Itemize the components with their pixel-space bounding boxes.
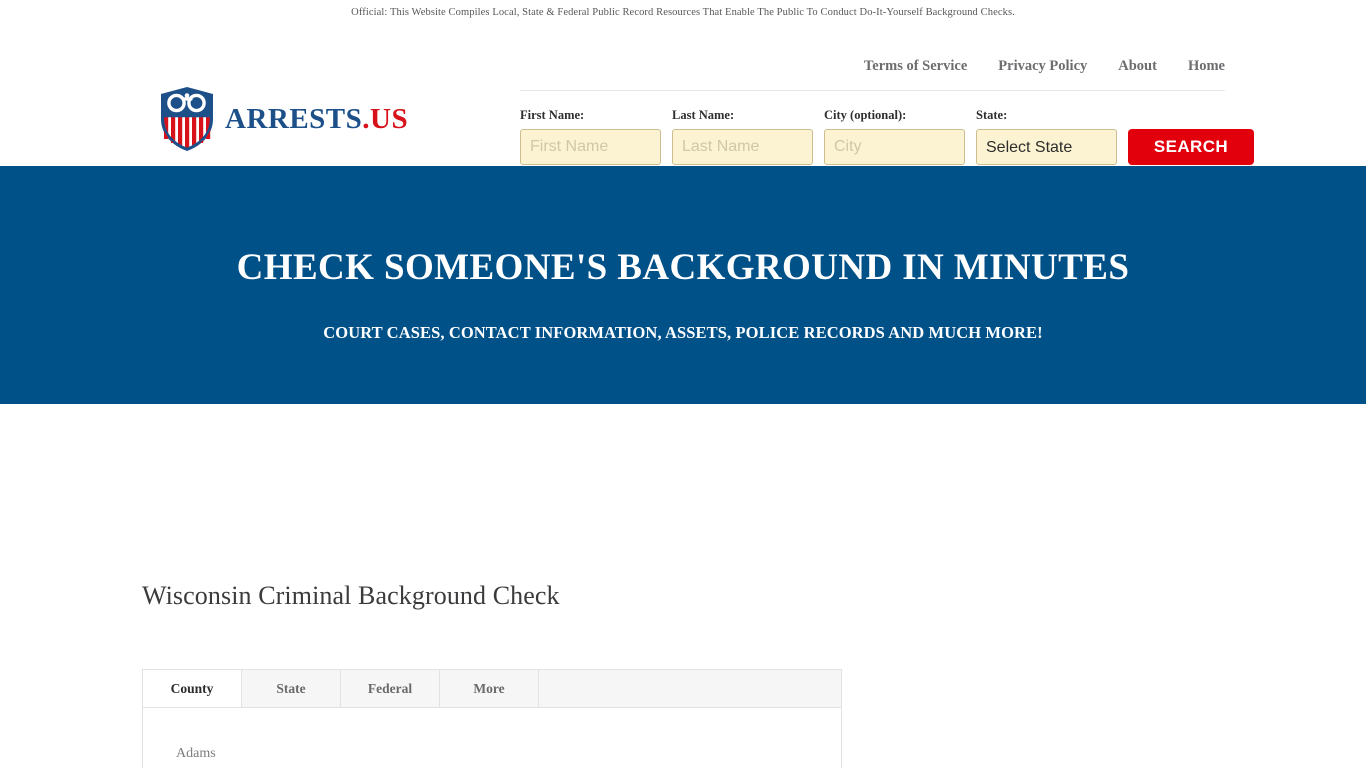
records-tabpanel-county: Adams <box>142 707 842 768</box>
hero-title: CHECK SOMEONE'S BACKGROUND IN MINUTES <box>236 247 1130 288</box>
search-button-group: SEARCH <box>1128 129 1254 165</box>
county-link-adams[interactable]: Adams <box>176 746 216 761</box>
city-label: City (optional): <box>824 108 907 122</box>
header-divider <box>520 90 1225 91</box>
site-header: Terms of Service Privacy Policy About Ho… <box>0 24 1366 166</box>
tab-more[interactable]: More <box>440 670 539 707</box>
shield-handcuffs-icon <box>158 86 216 152</box>
last-name-input[interactable] <box>672 129 813 165</box>
state-field-group: State: Select State <box>976 108 1117 165</box>
records-tablist: County State Federal More <box>142 669 842 707</box>
background-search-form: First Name: Last Name: City (optional): … <box>520 108 1254 165</box>
tab-county[interactable]: County <box>143 670 242 707</box>
tab-state[interactable]: State <box>242 670 341 707</box>
tablist-filler <box>539 670 841 707</box>
city-input[interactable] <box>824 129 965 165</box>
nav-link-about[interactable]: About <box>1118 58 1157 75</box>
state-select[interactable]: Select State <box>976 129 1117 165</box>
main-content: Wisconsin Criminal Background Check Coun… <box>0 404 1366 768</box>
primary-navigation: Terms of Service Privacy Policy About Ho… <box>864 58 1225 75</box>
compliance-notice-text: Official: This Website Compiles Local, S… <box>351 6 1015 18</box>
hero-banner: CHECK SOMEONE'S BACKGROUND IN MINUTES CO… <box>0 166 1366 404</box>
first-name-input[interactable] <box>520 129 661 165</box>
first-name-field-group: First Name: <box>520 108 661 165</box>
site-logo[interactable]: ARRESTS.US <box>158 86 408 152</box>
logo-word-arrests: ARRESTS <box>225 102 363 135</box>
last-name-label: Last Name: <box>672 108 735 122</box>
logo-word-us: .US <box>362 102 409 135</box>
last-name-field-group: Last Name: <box>672 108 813 165</box>
page-title: Wisconsin Criminal Background Check <box>142 581 560 610</box>
city-field-group: City (optional): <box>824 108 965 165</box>
nav-link-privacy-policy[interactable]: Privacy Policy <box>998 58 1087 75</box>
nav-link-terms-of-service[interactable]: Terms of Service <box>864 58 967 75</box>
state-label: State: <box>976 108 1008 122</box>
logo-wordmark: ARRESTS.US <box>225 102 409 135</box>
nav-link-home[interactable]: Home <box>1188 58 1225 75</box>
advertisement-slot <box>0 404 1366 576</box>
compliance-notice-bar: Official: This Website Compiles Local, S… <box>0 0 1366 24</box>
records-tabs-container: County State Federal More Adams <box>142 669 842 768</box>
search-button[interactable]: SEARCH <box>1128 129 1254 165</box>
tab-federal[interactable]: Federal <box>341 670 440 707</box>
hero-subtitle: COURT CASES, CONTACT INFORMATION, ASSETS… <box>323 323 1043 342</box>
first-name-label: First Name: <box>520 108 585 122</box>
